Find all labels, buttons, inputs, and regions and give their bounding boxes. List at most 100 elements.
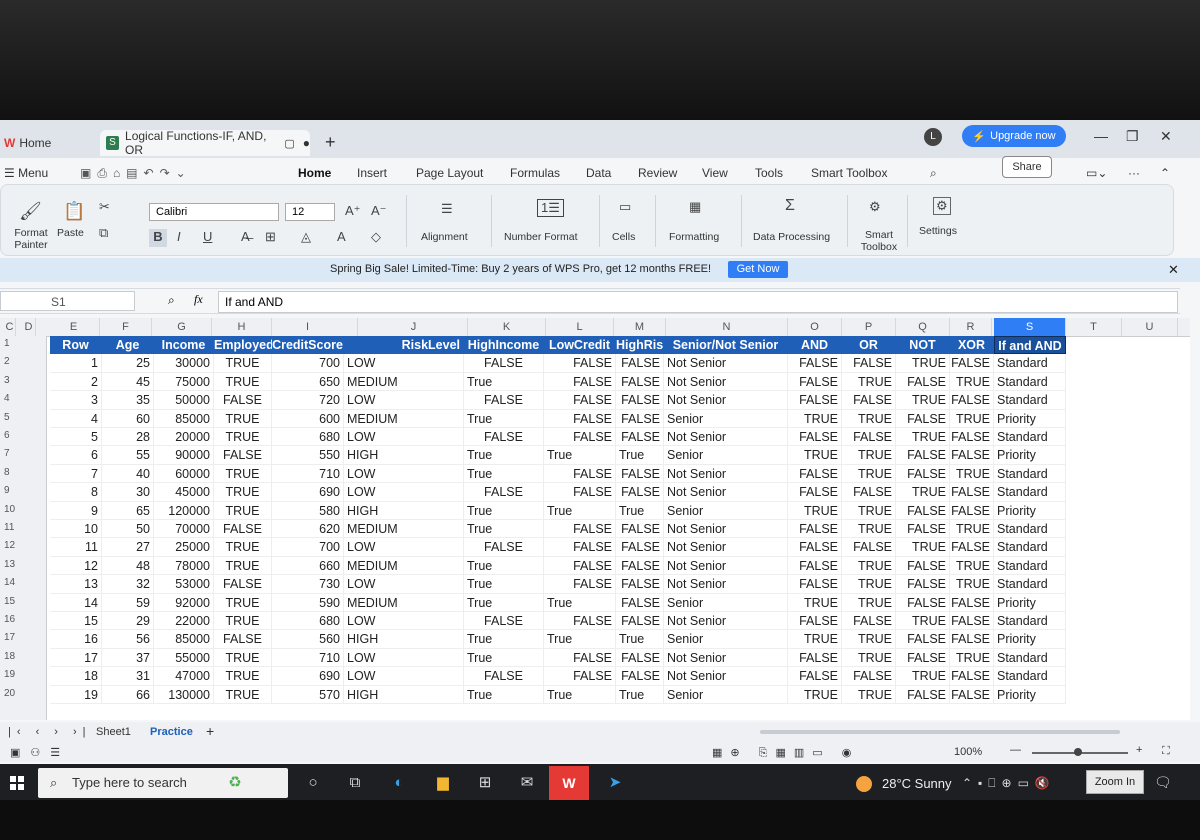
- column-header[interactable]: S: [994, 318, 1066, 336]
- table-cell[interactable]: FALSE: [950, 630, 994, 649]
- table-cell[interactable]: TRUE: [842, 464, 896, 484]
- table-cell[interactable]: 680: [272, 612, 344, 631]
- table-cell[interactable]: TRUE: [788, 685, 842, 704]
- row-header[interactable]: 8: [0, 467, 46, 478]
- table-cell[interactable]: HIGH: [344, 630, 464, 649]
- table-cell[interactable]: 650: [272, 372, 344, 392]
- table-cell[interactable]: FALSE: [544, 667, 616, 686]
- data-processing-dropdown[interactable]: Data Processing: [753, 231, 830, 243]
- close-button[interactable]: ✕: [1160, 128, 1172, 145]
- table-cell[interactable]: Senior: [664, 501, 788, 520]
- row-header[interactable]: 18: [0, 651, 46, 662]
- table-cell[interactable]: LOW: [344, 428, 464, 447]
- row-header[interactable]: 3: [0, 375, 46, 386]
- table-cell[interactable]: FALSE: [616, 464, 664, 484]
- task-view-icon[interactable]: ⧉: [344, 772, 366, 794]
- table-cell[interactable]: Standard: [994, 612, 1066, 631]
- taskbar-search-input[interactable]: ⌕ Type here to search: [38, 768, 288, 798]
- table-cell[interactable]: 710: [272, 648, 344, 668]
- table-cell[interactable]: MEDIUM: [344, 372, 464, 392]
- row-header[interactable]: 1: [0, 338, 46, 349]
- table-cell[interactable]: 35: [102, 391, 154, 410]
- more-icon[interactable]: ···: [1128, 166, 1140, 180]
- table-cell[interactable]: FALSE: [896, 520, 950, 539]
- table-cell[interactable]: FALSE: [788, 612, 842, 631]
- table-cell[interactable]: FALSE: [896, 464, 950, 484]
- tab-home[interactable]: W Home: [4, 130, 99, 156]
- table-cell[interactable]: FALSE: [464, 391, 544, 410]
- table-cell[interactable]: FALSE: [544, 648, 616, 668]
- table-cell[interactable]: Standard: [994, 372, 1066, 392]
- table-cell[interactable]: LOW: [344, 391, 464, 410]
- table-cell[interactable]: LOW: [344, 612, 464, 631]
- table-cell[interactable]: 60000: [154, 464, 214, 484]
- table-cell[interactable]: 12: [50, 556, 102, 576]
- table-cell[interactable]: TRUE: [214, 648, 272, 668]
- table-cell[interactable]: TRUE: [214, 501, 272, 520]
- column-header[interactable]: G: [152, 318, 212, 336]
- table-cell[interactable]: True: [464, 630, 544, 649]
- cut-icon[interactable]: ✂: [99, 199, 110, 215]
- italic-button[interactable]: I: [177, 229, 181, 244]
- table-cell[interactable]: FALSE: [464, 667, 544, 686]
- menu-item-view[interactable]: View: [702, 166, 728, 180]
- table-cell[interactable]: TRUE: [214, 538, 272, 557]
- table-cell[interactable]: 20000: [154, 428, 214, 447]
- table-cell[interactable]: FALSE: [616, 538, 664, 557]
- spreadsheet-grid[interactable]: CDEFGHIJKLMNOPQRSTU 1 2 3 4 5 6 7 8 9 10 11 12 13 14 1…: [0, 318, 1190, 720]
- table-cell[interactable]: HIGH: [344, 685, 464, 704]
- column-title[interactable]: LowCredit: [544, 336, 616, 355]
- table-cell[interactable]: True: [464, 685, 544, 704]
- table-cell[interactable]: 10: [50, 520, 102, 539]
- table-cell[interactable]: FALSE: [842, 612, 896, 631]
- table-cell[interactable]: FALSE: [544, 575, 616, 594]
- menu-item-formulas[interactable]: Formulas: [510, 166, 560, 180]
- sheet-nav-arrows[interactable]: |‹ ‹ › ›|: [8, 726, 92, 738]
- table-cell[interactable]: FALSE: [788, 483, 842, 502]
- table-cell[interactable]: 19: [50, 685, 102, 704]
- table-cell[interactable]: 14: [50, 593, 102, 612]
- column-header[interactable]: N: [666, 318, 788, 336]
- table-cell[interactable]: FALSE: [896, 372, 950, 392]
- column-header[interactable]: U: [1122, 318, 1178, 336]
- table-cell[interactable]: Standard: [994, 483, 1066, 502]
- table-cell[interactable]: HIGH: [344, 446, 464, 465]
- table-cell[interactable]: FALSE: [896, 575, 950, 594]
- table-cell[interactable]: 9: [50, 501, 102, 520]
- table-cell[interactable]: FALSE: [464, 354, 544, 373]
- column-header[interactable]: T: [1066, 318, 1122, 336]
- table-cell[interactable]: 700: [272, 538, 344, 557]
- table-cell[interactable]: FALSE: [950, 391, 994, 410]
- table-cell[interactable]: 27: [102, 538, 154, 557]
- table-cell[interactable]: FALSE: [950, 612, 994, 631]
- table-cell[interactable]: FALSE: [896, 630, 950, 649]
- table-cell[interactable]: FALSE: [896, 648, 950, 668]
- table-cell[interactable]: 550: [272, 446, 344, 465]
- table-cell[interactable]: True: [616, 446, 664, 465]
- table-cell[interactable]: True: [464, 501, 544, 520]
- table-cell[interactable]: 15: [50, 612, 102, 631]
- store-icon[interactable]: ⊞: [474, 772, 496, 794]
- table-cell[interactable]: Senior: [664, 593, 788, 612]
- table-cell[interactable]: Not Senior: [664, 538, 788, 557]
- table-cell[interactable]: TRUE: [896, 667, 950, 686]
- table-cell[interactable]: FALSE: [616, 648, 664, 668]
- zoom-search-icon[interactable]: ⌕: [168, 293, 175, 308]
- row-header[interactable]: 11: [0, 522, 46, 533]
- table-cell[interactable]: FALSE: [616, 372, 664, 392]
- name-box[interactable]: S1: [0, 291, 135, 311]
- table-cell[interactable]: FALSE: [842, 391, 896, 410]
- table-cell[interactable]: 92000: [154, 593, 214, 612]
- increase-font-icon[interactable]: A⁺: [345, 203, 361, 219]
- tab-document[interactable]: S Logical Functions-IF, AND, OR ▢ ●: [100, 129, 310, 157]
- table-cell[interactable]: FALSE: [788, 667, 842, 686]
- paste-label[interactable]: Paste: [57, 227, 84, 239]
- table-cell[interactable]: FALSE: [464, 612, 544, 631]
- cells-dropdown[interactable]: Cells: [612, 231, 635, 243]
- row-header[interactable]: 20: [0, 688, 46, 699]
- formatting-dropdown[interactable]: Formatting: [669, 231, 719, 243]
- strikethrough-icon[interactable]: A̶: [241, 229, 250, 244]
- close-banner-icon[interactable]: ✕: [1168, 262, 1179, 278]
- table-cell[interactable]: 32: [102, 575, 154, 594]
- table-cell[interactable]: FALSE: [950, 538, 994, 557]
